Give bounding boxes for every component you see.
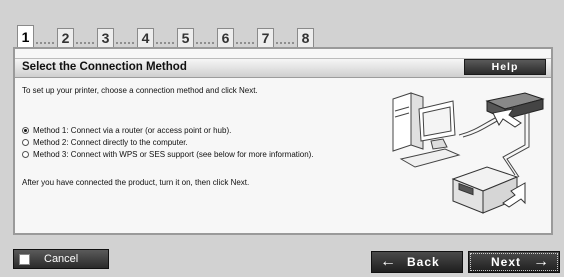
step-dots <box>275 41 295 45</box>
option-label: Method 2: Connect directly to the comput… <box>33 137 188 147</box>
step-number: 2 <box>57 28 74 47</box>
step-number: 8 <box>297 28 314 47</box>
option-method-1[interactable]: Method 1: Connect via a router (or acces… <box>22 124 314 136</box>
radio-button-checked[interactable] <box>22 126 29 134</box>
step-8: 8 <box>297 25 314 47</box>
next-label: Next <box>491 255 522 269</box>
cancel-label: Cancel <box>44 253 79 265</box>
step-number: 3 <box>97 28 114 47</box>
computer-icon <box>392 92 461 168</box>
step-2: 2 <box>57 25 95 47</box>
step-5: 5 <box>177 25 215 47</box>
step-number: 1 <box>17 25 34 47</box>
back-button[interactable]: ← Back <box>371 251 463 273</box>
intro-text: To set up your printer, choose a connect… <box>22 86 258 95</box>
step-dots <box>235 41 255 45</box>
step-dots <box>75 41 95 45</box>
step-dots <box>195 41 215 45</box>
step-indicator: 1 2 3 4 5 6 7 8 <box>17 25 316 47</box>
main-panel: Select the Connection Method Help To set… <box>13 47 553 235</box>
page-title: Select the Connection Method <box>22 61 187 73</box>
option-label: Method 1: Connect via a router (or acces… <box>33 125 232 135</box>
help-button[interactable]: Help <box>464 59 546 75</box>
step-7: 7 <box>257 25 295 47</box>
step-number: 6 <box>217 28 234 47</box>
computer-router-printer-illustration-icon <box>392 92 545 214</box>
step-dots <box>155 41 175 45</box>
option-label: Method 3: Connect with WPS or SES suppor… <box>33 149 314 159</box>
radio-button[interactable] <box>22 138 29 146</box>
panel-titlebar: Select the Connection Method Help <box>15 58 551 78</box>
step-number: 5 <box>177 28 194 47</box>
step-1: 1 <box>17 25 55 47</box>
option-method-3[interactable]: Method 3: Connect with WPS or SES suppor… <box>22 148 314 160</box>
step-dots <box>115 41 135 45</box>
cancel-icon <box>19 253 30 265</box>
option-method-2[interactable]: Method 2: Connect directly to the comput… <box>22 136 314 148</box>
right-arrow-icon: → <box>533 253 551 270</box>
step-dots <box>35 41 55 45</box>
after-connect-text: After you have connected the product, tu… <box>22 178 250 187</box>
connection-method-options: Method 1: Connect via a router (or acces… <box>22 124 314 160</box>
cancel-button[interactable]: Cancel <box>13 249 109 269</box>
step-3: 3 <box>97 25 135 47</box>
step-6: 6 <box>217 25 255 47</box>
radio-button[interactable] <box>22 150 29 158</box>
back-label: Back <box>407 255 440 269</box>
step-number: 7 <box>257 28 274 47</box>
step-number: 4 <box>137 28 154 47</box>
next-button[interactable]: Next → <box>468 251 560 273</box>
step-4: 4 <box>137 25 175 47</box>
left-arrow-icon: ← <box>380 253 397 270</box>
